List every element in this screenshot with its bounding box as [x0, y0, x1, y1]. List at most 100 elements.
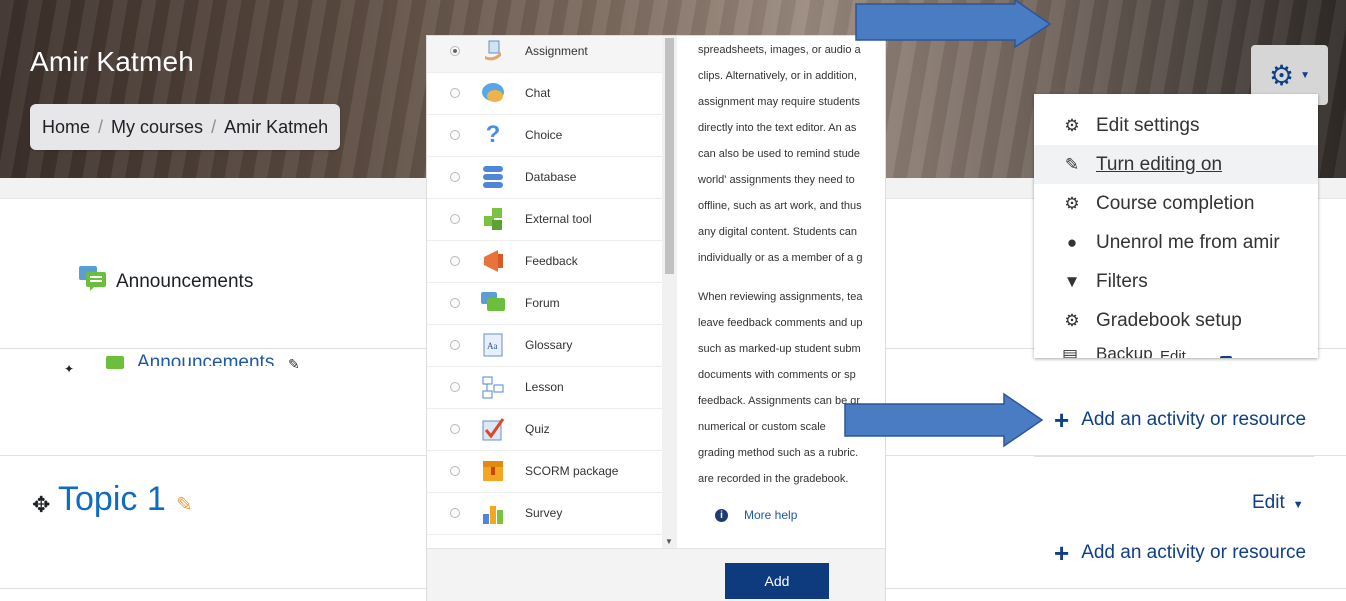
- activity-option-scorm[interactable]: SCORM package: [427, 450, 662, 493]
- description-line: any digital content. Students can: [698, 226, 857, 238]
- breadcrumb-course[interactable]: Amir Katmeh: [224, 117, 328, 138]
- menu-item-label: Unenrol me from amir: [1096, 231, 1280, 253]
- pencil-icon[interactable]: ✎: [176, 492, 193, 517]
- menu-item-edit-settings[interactable]: ⚙ Edit settings: [1034, 106, 1318, 145]
- more-help-label: More help: [744, 508, 798, 522]
- add-activity-label: Add an activity or resource: [1081, 542, 1307, 563]
- menu-item-turn-editing-on[interactable]: ✎ Turn editing on: [1034, 145, 1318, 184]
- user-icon: ●: [1066, 232, 1078, 252]
- plus-icon: +: [1054, 404, 1070, 435]
- description-line: documents with comments or sp: [698, 369, 856, 381]
- description-line: When reviewing assignments, tea: [698, 291, 863, 303]
- database-icon: [480, 164, 506, 190]
- radio-button[interactable]: [450, 466, 460, 476]
- scorm-icon: [480, 458, 506, 484]
- description-line: individually or as a member of a g: [698, 252, 863, 264]
- activity-option-external-tool[interactable]: External tool: [427, 198, 662, 241]
- add-activity-link[interactable]: + Add an activity or resource: [1054, 404, 1306, 435]
- chevron-down-icon: ▼: [1300, 69, 1310, 81]
- survey-icon: [480, 500, 506, 526]
- pencil-icon[interactable]: ✎: [288, 356, 300, 373]
- chevron-down-icon: [1220, 356, 1232, 358]
- menu-item-filters[interactable]: ▼ Filters: [1034, 262, 1318, 301]
- menu-item-label: Edit settings: [1096, 114, 1200, 136]
- radio-button[interactable]: [450, 340, 460, 350]
- section-divider: [1034, 456, 1314, 457]
- add-button[interactable]: Add: [725, 563, 829, 599]
- menu-item-label: Backup: [1096, 344, 1153, 358]
- activity-option-chat[interactable]: Chat: [427, 72, 662, 115]
- description-line: can also be used to remind stude: [698, 148, 861, 160]
- course-title: Amir Katmeh: [30, 46, 195, 77]
- radio-button[interactable]: [450, 172, 460, 182]
- scrollbar-thumb[interactable]: [665, 38, 674, 274]
- forum-icon: [106, 356, 124, 369]
- add-activity-link[interactable]: + Add an activity or resource: [1054, 540, 1307, 566]
- topic-title[interactable]: Topic 1: [58, 480, 166, 519]
- activity-list-scrollbar[interactable]: ▼: [662, 36, 677, 548]
- gear-icon: ⚙: [1064, 310, 1080, 330]
- activity-label: Survey: [525, 506, 563, 520]
- activity-option-choice[interactable]: ? Choice: [427, 114, 662, 157]
- activity-label: Quiz: [525, 422, 550, 436]
- gear-icon: ⚙: [1064, 193, 1080, 213]
- activity-option-quiz[interactable]: Quiz: [427, 408, 662, 451]
- radio-button[interactable]: [450, 508, 460, 518]
- breadcrumb-my-courses[interactable]: My courses: [111, 117, 203, 138]
- scroll-down-arrow-icon[interactable]: ▼: [665, 537, 673, 546]
- forum-icon: [79, 266, 106, 291]
- description-line: leave feedback comments and up: [698, 317, 863, 329]
- menu-item-course-completion[interactable]: ⚙ Course completion: [1034, 184, 1318, 223]
- activity-option-assignment[interactable]: Assignment: [427, 36, 662, 73]
- activity-option-survey[interactable]: Survey: [427, 492, 662, 535]
- activity-label: Forum: [525, 296, 560, 310]
- annotation-arrow-icon: [844, 392, 1044, 448]
- quiz-icon: [480, 416, 506, 442]
- activity-option-lesson[interactable]: Lesson: [427, 366, 662, 409]
- description-line: are recorded in the gradebook.: [698, 473, 849, 485]
- section-title-announcements: Announcements: [116, 271, 254, 292]
- annotation-arrow-icon: [855, 0, 1051, 48]
- move-icon[interactable]: ✥: [32, 492, 50, 518]
- radio-button[interactable]: [450, 424, 460, 434]
- gear-icon: ⚙: [1268, 59, 1295, 91]
- description-line: such as marked-up student subm: [698, 343, 861, 355]
- breadcrumb-home[interactable]: Home: [42, 117, 90, 138]
- radio-button[interactable]: [450, 256, 460, 266]
- topic-edit-menu[interactable]: Edit ▼: [1252, 492, 1304, 514]
- radio-button[interactable]: [450, 130, 460, 140]
- activity-chooser: Assignment Chat ? Choice Database Extern…: [427, 36, 885, 601]
- menu-item-gradebook-setup[interactable]: ⚙ Gradebook setup: [1034, 301, 1318, 340]
- menu-item-label: Gradebook setup: [1096, 309, 1242, 331]
- external-tool-icon: [480, 206, 506, 232]
- activity-label: Database: [525, 170, 577, 184]
- course-settings-menu: ⚙ Edit settings ✎ Turn editing on ⚙ Cour…: [1034, 94, 1318, 358]
- radio-button[interactable]: [450, 46, 460, 56]
- menu-item-label: Course completion: [1096, 192, 1255, 214]
- activity-option-database[interactable]: Database: [427, 156, 662, 199]
- backup-icon: ▤: [1062, 346, 1079, 358]
- info-icon: i: [715, 508, 728, 522]
- radio-button[interactable]: [450, 298, 460, 308]
- activity-option-feedback[interactable]: Feedback: [427, 240, 662, 283]
- menu-item-backup[interactable]: ▤ Backup Edit: [1034, 342, 1318, 358]
- radio-button[interactable]: [450, 214, 460, 224]
- activity-label: Feedback: [525, 254, 578, 268]
- edit-menu-label: Edit: [1160, 348, 1186, 358]
- activity-link-announcements[interactable]: Announcements: [137, 348, 274, 366]
- lesson-icon: [480, 374, 506, 400]
- more-help-link[interactable]: i More help: [715, 508, 797, 522]
- move-handle-icon[interactable]: ✦: [64, 362, 74, 376]
- activity-option-forum[interactable]: Forum: [427, 282, 662, 325]
- activity-description: spreadsheets, images, or audio a clips. …: [677, 36, 885, 548]
- menu-item-unenrol[interactable]: ● Unenrol me from amir: [1034, 223, 1318, 262]
- chat-icon: [480, 80, 506, 106]
- radio-button[interactable]: [450, 88, 460, 98]
- chevron-down-icon: ▼: [1292, 499, 1304, 511]
- radio-button[interactable]: [450, 382, 460, 392]
- gear-icon: ⚙: [1064, 115, 1080, 135]
- activity-option-glossary[interactable]: Aa Glossary: [427, 324, 662, 367]
- feedback-icon: [480, 248, 506, 274]
- glossary-icon: Aa: [480, 332, 506, 358]
- description-line: offline, such as art work, and thus: [698, 200, 862, 212]
